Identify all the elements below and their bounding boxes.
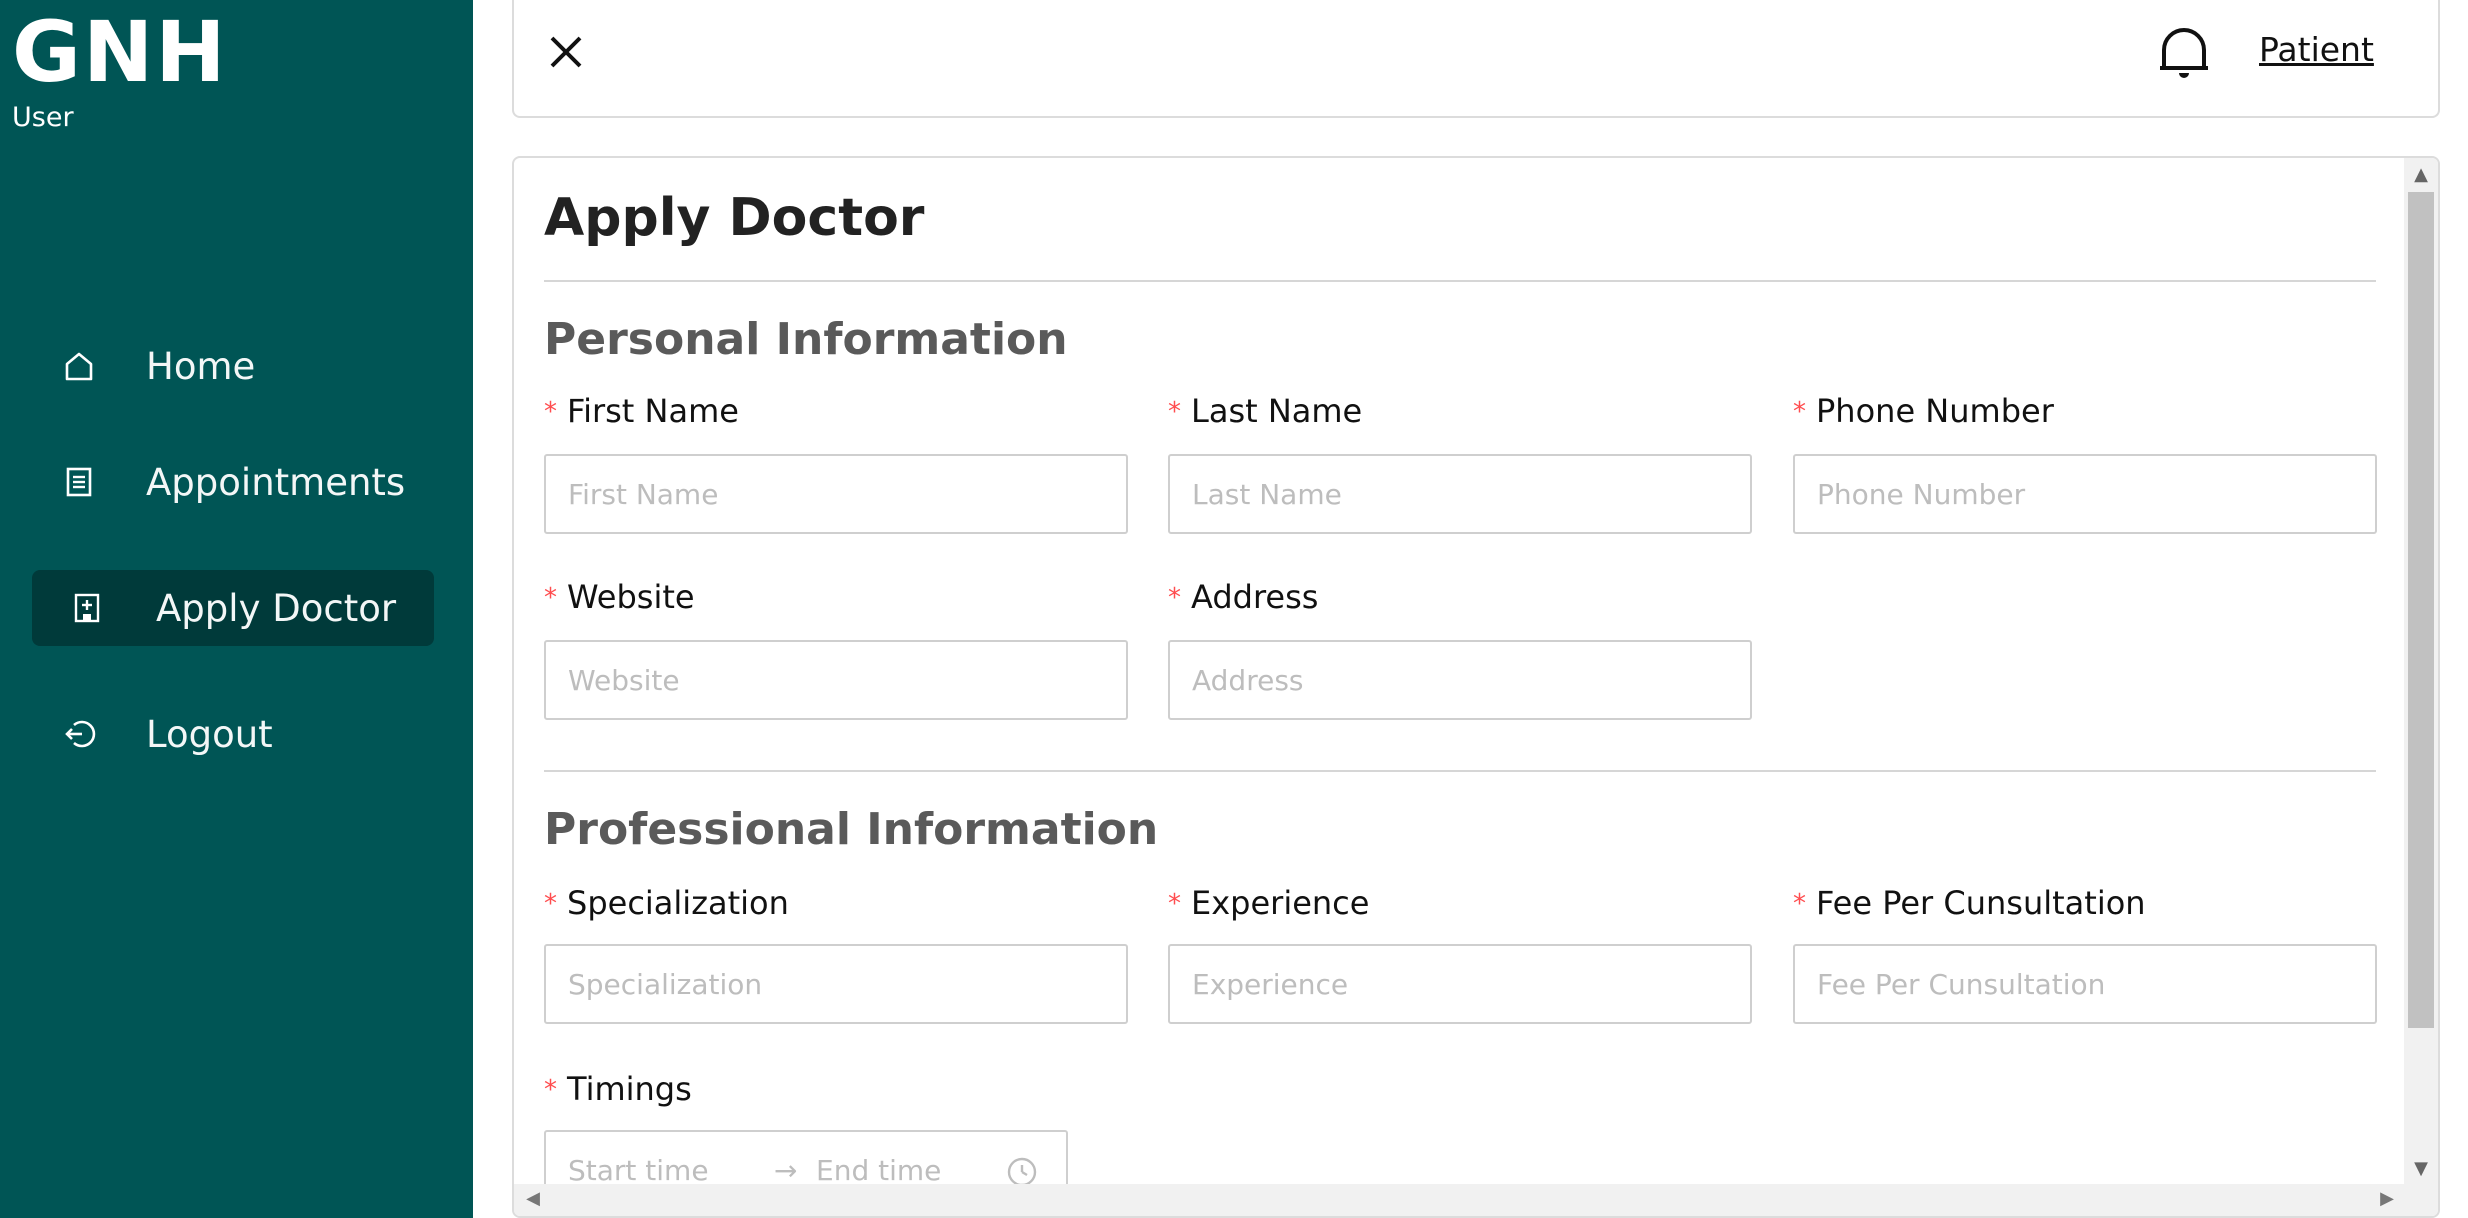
website-label: * Website	[544, 578, 695, 616]
experience-label: * Experience	[1168, 884, 1370, 922]
specialization-input[interactable]	[544, 944, 1128, 1024]
sidebar-item-label: Apply Doctor	[156, 586, 397, 630]
fee-input[interactable]	[1793, 944, 2377, 1024]
first-name-label: * First Name	[544, 392, 739, 430]
specialization-label: * Specialization	[544, 884, 789, 922]
fee-label: * Fee Per Cunsultation	[1793, 884, 2146, 922]
user-profile-link[interactable]: Patient	[2259, 30, 2374, 69]
required-mark: *	[544, 1075, 557, 1105]
horizontal-scrollbar[interactable]: ◀ ▶	[514, 1184, 2438, 1216]
list-icon	[60, 463, 98, 501]
required-mark: *	[1793, 889, 1806, 919]
scroll-up-icon[interactable]: ▲	[2410, 164, 2432, 186]
address-input[interactable]	[1168, 640, 1752, 720]
sidebar-item-logout[interactable]: Logout	[32, 696, 434, 772]
scrollbar-thumb[interactable]	[2408, 192, 2434, 1028]
required-mark: *	[544, 583, 557, 613]
required-mark: *	[544, 397, 557, 427]
scroll-left-icon[interactable]: ◀	[522, 1188, 544, 1210]
divider	[544, 280, 2376, 282]
phone-number-input[interactable]	[1793, 454, 2377, 534]
experience-input[interactable]	[1168, 944, 1752, 1024]
section-title-professional: Professional Information	[544, 804, 1159, 855]
bell-icon[interactable]	[2154, 22, 2214, 82]
top-header: Patient	[512, 0, 2440, 118]
logout-icon	[60, 715, 98, 753]
required-mark: *	[1168, 583, 1181, 613]
website-input[interactable]	[544, 640, 1128, 720]
brand-logo: GNH	[12, 3, 228, 101]
phone-number-label: * Phone Number	[1793, 392, 2054, 430]
close-icon[interactable]	[544, 30, 588, 74]
sidebar: GNH User Home Appointments Apply Doctor …	[0, 0, 473, 1218]
vertical-scrollbar[interactable]: ▲ ▼	[2404, 158, 2438, 1186]
scroll-right-icon[interactable]: ▶	[2376, 1188, 2398, 1210]
page-title: Apply Doctor	[544, 188, 925, 248]
user-role: User	[12, 102, 74, 133]
address-label: * Address	[1168, 578, 1319, 616]
section-title-personal: Personal Information	[544, 314, 1068, 365]
sidebar-item-label: Home	[146, 344, 256, 388]
timings-label: * Timings	[544, 1070, 692, 1108]
scroll-down-icon[interactable]: ▼	[2410, 1158, 2432, 1180]
last-name-label: * Last Name	[1168, 392, 1363, 430]
sidebar-item-label: Appointments	[146, 460, 406, 504]
sidebar-item-label: Logout	[146, 712, 273, 756]
last-name-input[interactable]	[1168, 454, 1752, 534]
required-mark: *	[544, 889, 557, 919]
required-mark: *	[1793, 397, 1806, 427]
first-name-input[interactable]	[544, 454, 1128, 534]
end-time-input[interactable]: End time	[816, 1154, 941, 1187]
arrow-right-icon: →	[774, 1154, 798, 1187]
divider	[544, 770, 2376, 772]
sidebar-item-home[interactable]: Home	[32, 328, 434, 404]
sidebar-item-appointments[interactable]: Appointments	[32, 444, 434, 520]
home-icon	[60, 347, 98, 385]
required-mark: *	[1168, 397, 1181, 427]
hospital-icon	[68, 589, 106, 627]
required-mark: *	[1168, 889, 1181, 919]
sidebar-item-apply-doctor[interactable]: Apply Doctor	[32, 570, 434, 646]
apply-doctor-card: Apply Doctor Personal Information * First…	[512, 156, 2440, 1218]
start-time-input[interactable]: Start time	[568, 1154, 709, 1187]
